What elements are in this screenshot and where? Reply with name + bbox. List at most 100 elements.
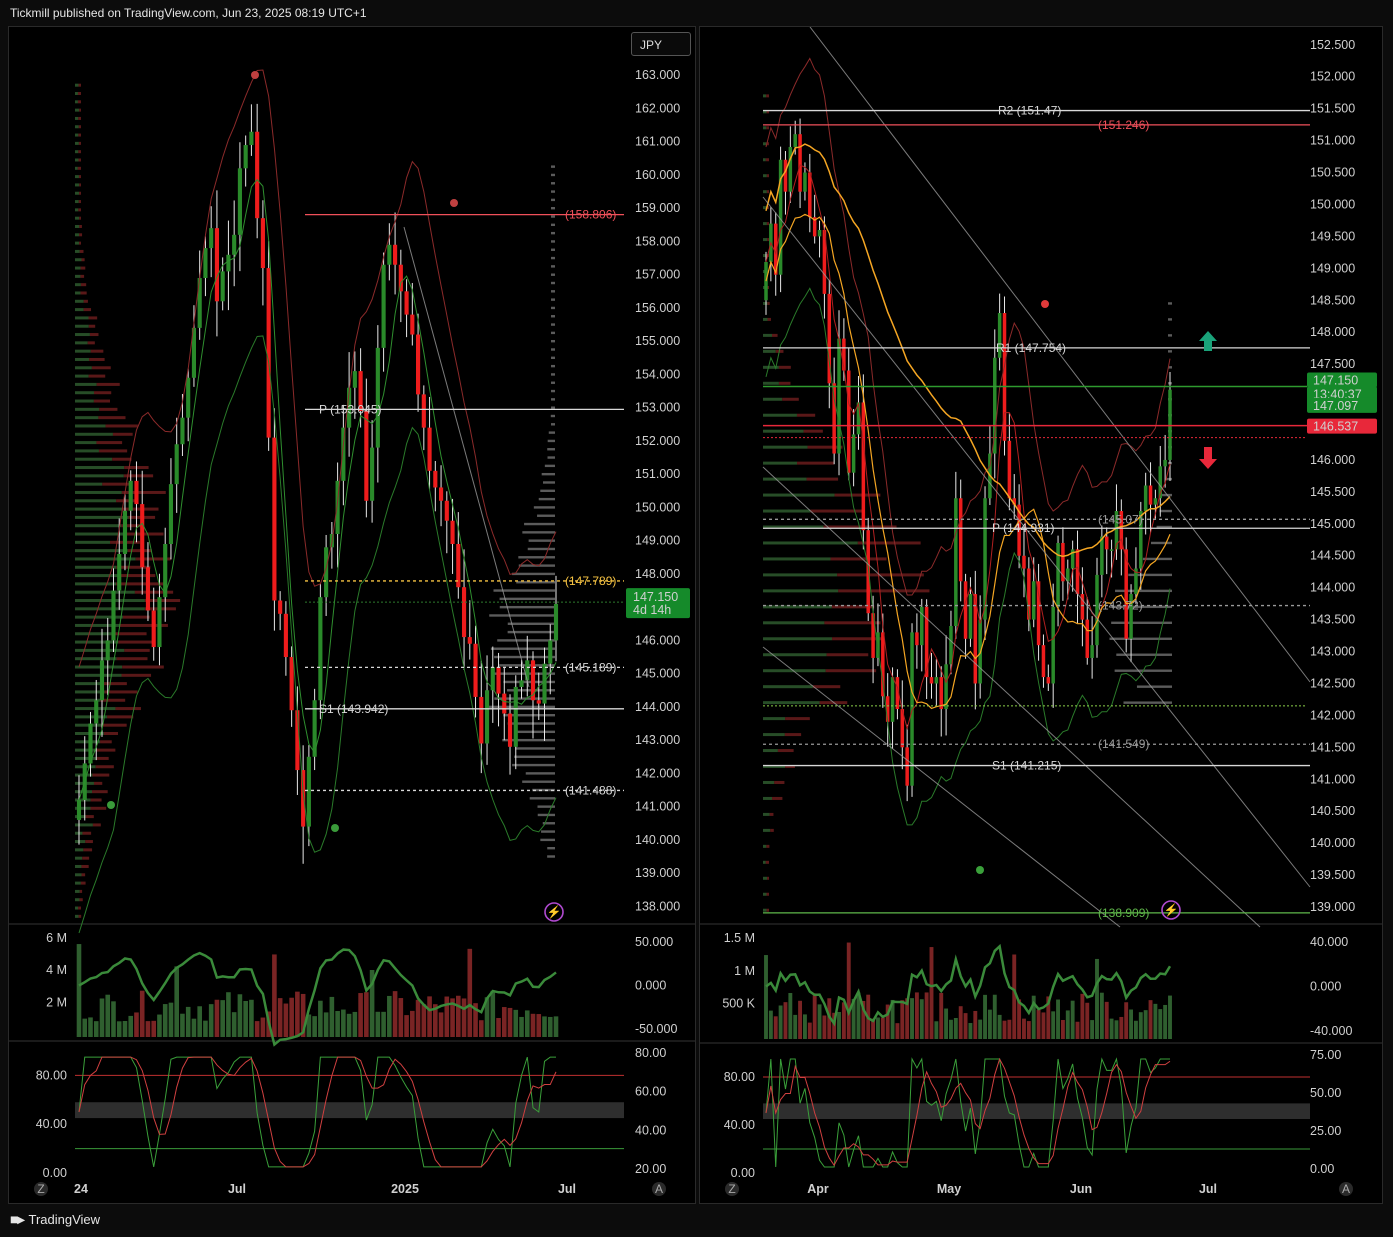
volume-profile-gray-bar xyxy=(551,265,555,268)
volume-profile-bar xyxy=(82,831,92,835)
volume-profile-bar xyxy=(96,748,116,752)
volume-profile-bar xyxy=(785,717,810,721)
price-tick-label: 145.000 xyxy=(1310,517,1355,531)
volume-profile-bar xyxy=(763,301,768,305)
volume-profile-bar xyxy=(80,881,86,885)
volume-profile-bar xyxy=(763,844,767,848)
candle-down xyxy=(289,657,294,711)
volume-profile-gray-bar xyxy=(551,240,555,243)
volume-profile-gray-bar xyxy=(551,398,555,401)
volume-profile-bar xyxy=(75,249,80,253)
volume-profile-bar xyxy=(82,856,90,860)
volume-profile-gray-bar xyxy=(550,414,555,418)
lightning-glyph: ⚡ xyxy=(547,905,562,919)
volume-profile-bar xyxy=(763,796,773,800)
volume-profile-bar xyxy=(75,441,97,445)
volume-profile-gray-bar xyxy=(551,356,555,360)
candle-up xyxy=(553,603,559,641)
volume-bar xyxy=(992,994,997,1039)
price-tick-label: 157.000 xyxy=(635,268,680,282)
footer-brand[interactable]: ■▸ TradingView xyxy=(10,1211,100,1228)
candle-up xyxy=(375,347,380,448)
volume-bar xyxy=(139,990,145,1037)
volume-profile-bar xyxy=(75,208,79,212)
volume-bar xyxy=(168,1002,174,1037)
volume-profile-gray-bar xyxy=(537,514,555,517)
volume-profile-gray-bar xyxy=(1168,334,1172,337)
volume-profile-gray-bar xyxy=(551,331,555,335)
candle-down xyxy=(536,700,541,704)
candle-down xyxy=(861,402,866,531)
volume-profile-bar xyxy=(75,640,119,644)
volume-profile-bar xyxy=(75,457,113,461)
candle-down xyxy=(444,500,449,521)
price-tick-label: 142.000 xyxy=(1310,708,1355,722)
trend-channel-line xyxy=(762,466,1261,928)
volume-profile-gray-bar xyxy=(548,431,555,434)
volume-bar xyxy=(289,997,294,1037)
volume-bar xyxy=(968,1023,973,1039)
volume-profile-gray-bar xyxy=(551,182,555,185)
left-chart-svg[interactable]: (158.806) P (153.045) (147.789) (145.189) S1… xyxy=(9,27,695,1203)
volume-profile-bar xyxy=(763,605,832,609)
volume-profile-bar xyxy=(80,266,86,270)
volume-profile-bar xyxy=(75,723,102,727)
volume-bar xyxy=(547,1016,553,1037)
volume-bar xyxy=(513,1009,519,1037)
volume-profile-gray-bar xyxy=(527,547,555,551)
oscillator-line xyxy=(78,948,557,1047)
volume-profile-gray-bar xyxy=(541,472,555,476)
candle-up xyxy=(370,447,375,501)
volume-profile-bar xyxy=(763,174,767,178)
volume-profile-gray-bar xyxy=(533,506,555,509)
price-badge-value: 146.537 xyxy=(1313,420,1358,434)
volume-profile-bar xyxy=(81,258,85,262)
volume-profile-bar xyxy=(75,116,79,120)
candle-down xyxy=(283,613,288,658)
volume-profile-bar xyxy=(778,365,791,369)
volume-profile-bar xyxy=(75,549,128,553)
volume-profile-gray-bar xyxy=(543,481,555,484)
price-tick-label: 141.500 xyxy=(1310,740,1355,754)
volume-profile-bar xyxy=(78,200,81,204)
volume-profile-gray-bar xyxy=(540,838,555,842)
volume-bar xyxy=(456,995,461,1037)
volume-profile-bar xyxy=(79,233,83,237)
volume-bar xyxy=(536,1014,542,1037)
stoch-left-tick-label: 40.00 xyxy=(724,1118,755,1132)
volume-profile-bar xyxy=(75,599,145,603)
volume-profile-bar xyxy=(104,690,138,694)
left-chart-panel[interactable]: (158.806) P (153.045) (147.789) (145.189) S1… xyxy=(8,26,696,1204)
volume-profile-bar xyxy=(797,461,834,465)
volume-profile-bar xyxy=(75,357,90,361)
price-tick-label: 158.000 xyxy=(635,234,680,248)
volume-profile-gray-bar xyxy=(551,348,555,351)
volume-bar xyxy=(1085,1002,1090,1039)
price-tick-label: 159.000 xyxy=(635,201,680,215)
volume-bar xyxy=(277,998,283,1037)
stoch-band xyxy=(763,1103,1310,1119)
candle-up xyxy=(484,690,490,744)
volume-profile-bar xyxy=(763,238,768,242)
candle-down xyxy=(393,244,398,265)
candle-down xyxy=(410,314,415,335)
volume-bar xyxy=(1080,993,1085,1039)
level-label: S1 (143.942) xyxy=(319,702,388,716)
price-tick-label: 151.000 xyxy=(635,467,680,481)
volume-profile-bar xyxy=(763,381,779,385)
right-chart-svg[interactable]: R2 (151.47) (151.246) R1 (147.754) P (144.9… xyxy=(700,27,1382,1203)
price-tick-label: 144.500 xyxy=(1310,549,1355,563)
volume-bar xyxy=(542,1016,547,1037)
candle-up xyxy=(381,264,386,348)
auto-scale-label: A xyxy=(1342,1182,1350,1196)
volume-profile-gray-bar xyxy=(490,647,555,650)
candle-up xyxy=(226,254,231,272)
volume-bar xyxy=(822,1015,827,1039)
candle-up xyxy=(983,498,987,620)
volume-profile-gray-bar xyxy=(529,797,555,800)
volume-bar xyxy=(134,1012,139,1037)
currency-button[interactable]: JPY xyxy=(631,32,691,56)
price-tick-label: 145.000 xyxy=(635,667,680,681)
right-chart-panel[interactable]: R2 (151.47) (151.246) R1 (147.754) P (144.9… xyxy=(699,26,1383,1204)
volume-bar xyxy=(151,1020,157,1037)
